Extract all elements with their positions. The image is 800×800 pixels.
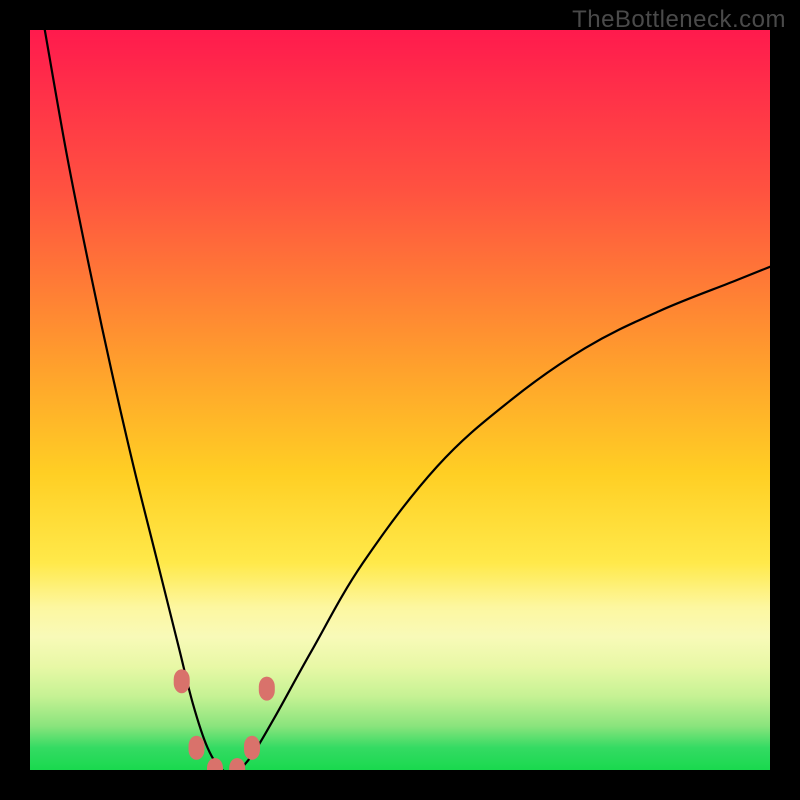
- plot-area: [30, 30, 770, 770]
- watermark-text: TheBottleneck.com: [572, 6, 786, 34]
- bottleneck-curve: [45, 30, 770, 770]
- marker-dot: [229, 758, 245, 770]
- marker-dot: [244, 736, 260, 760]
- chart-frame: TheBottleneck.com: [0, 0, 800, 800]
- curve-svg: [30, 30, 770, 770]
- marker-dot: [259, 677, 275, 701]
- curve-markers: [174, 669, 275, 770]
- marker-dot: [189, 736, 205, 760]
- marker-dot: [174, 669, 190, 693]
- marker-dot: [207, 758, 223, 770]
